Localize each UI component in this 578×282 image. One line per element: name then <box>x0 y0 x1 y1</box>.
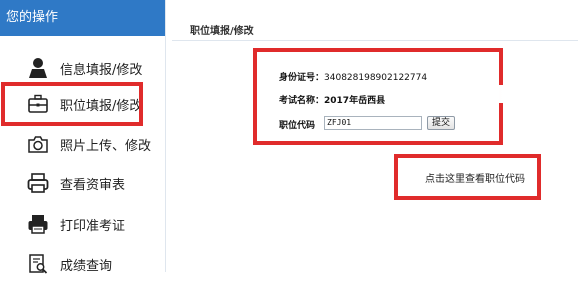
sidebar-item-print-admission[interactable]: 打印准考证 <box>0 206 165 242</box>
sidebar-item-score-query[interactable]: 成绩查询 <box>0 246 165 282</box>
user-icon <box>25 55 51 81</box>
sidebar: 您的操作 信息填报/修改 职位填报/修改 照片上传、修改 查看资审表 打印准考证 <box>0 0 166 274</box>
position-code-input[interactable]: ZFJ01 <box>324 116 422 130</box>
submit-button[interactable]: 提交 <box>427 116 455 130</box>
sidebar-item-label: 查看资审表 <box>60 177 126 193</box>
id-number-row: 身份证号：340828198902122774 <box>279 70 427 83</box>
sidebar-item-label: 信息填报/修改 <box>60 62 143 78</box>
page-title: 职位填报/修改 <box>190 26 254 37</box>
sidebar-item-label: 照片上传、修改 <box>60 138 152 154</box>
sidebar-item-label: 成绩查询 <box>60 258 113 274</box>
search-doc-icon <box>25 251 51 277</box>
id-number-value: 340828198902122774 <box>324 73 428 83</box>
content-header: 职位填报/修改 <box>172 14 578 41</box>
exam-name-row: 考试名称：2017年岳西县 <box>279 93 385 106</box>
sidebar-item-label: 打印准考证 <box>60 218 126 234</box>
view-position-code-link[interactable]: 点击这里查看职位代码 <box>425 170 525 185</box>
position-code-row: 职位代码 <box>279 118 315 131</box>
sidebar-item-info-edit[interactable]: 信息填报/修改 <box>0 50 165 86</box>
sidebar-item-photo-upload[interactable]: 照片上传、修改 <box>0 126 165 162</box>
id-number-label: 身份证号： <box>279 73 325 83</box>
blur-overlay <box>388 85 503 103</box>
camera-icon <box>25 131 51 157</box>
sidebar-header: 您的操作 <box>0 0 165 36</box>
print-icon <box>25 211 51 237</box>
exam-name-value: 2017年岳西县 <box>324 96 386 106</box>
printer-icon <box>25 170 51 196</box>
sidebar-item-review-form[interactable]: 查看资审表 <box>0 165 165 201</box>
exam-name-label: 考试名称： <box>279 96 325 106</box>
position-code-label: 职位代码 <box>279 121 316 131</box>
highlight-box-nav <box>1 82 143 126</box>
